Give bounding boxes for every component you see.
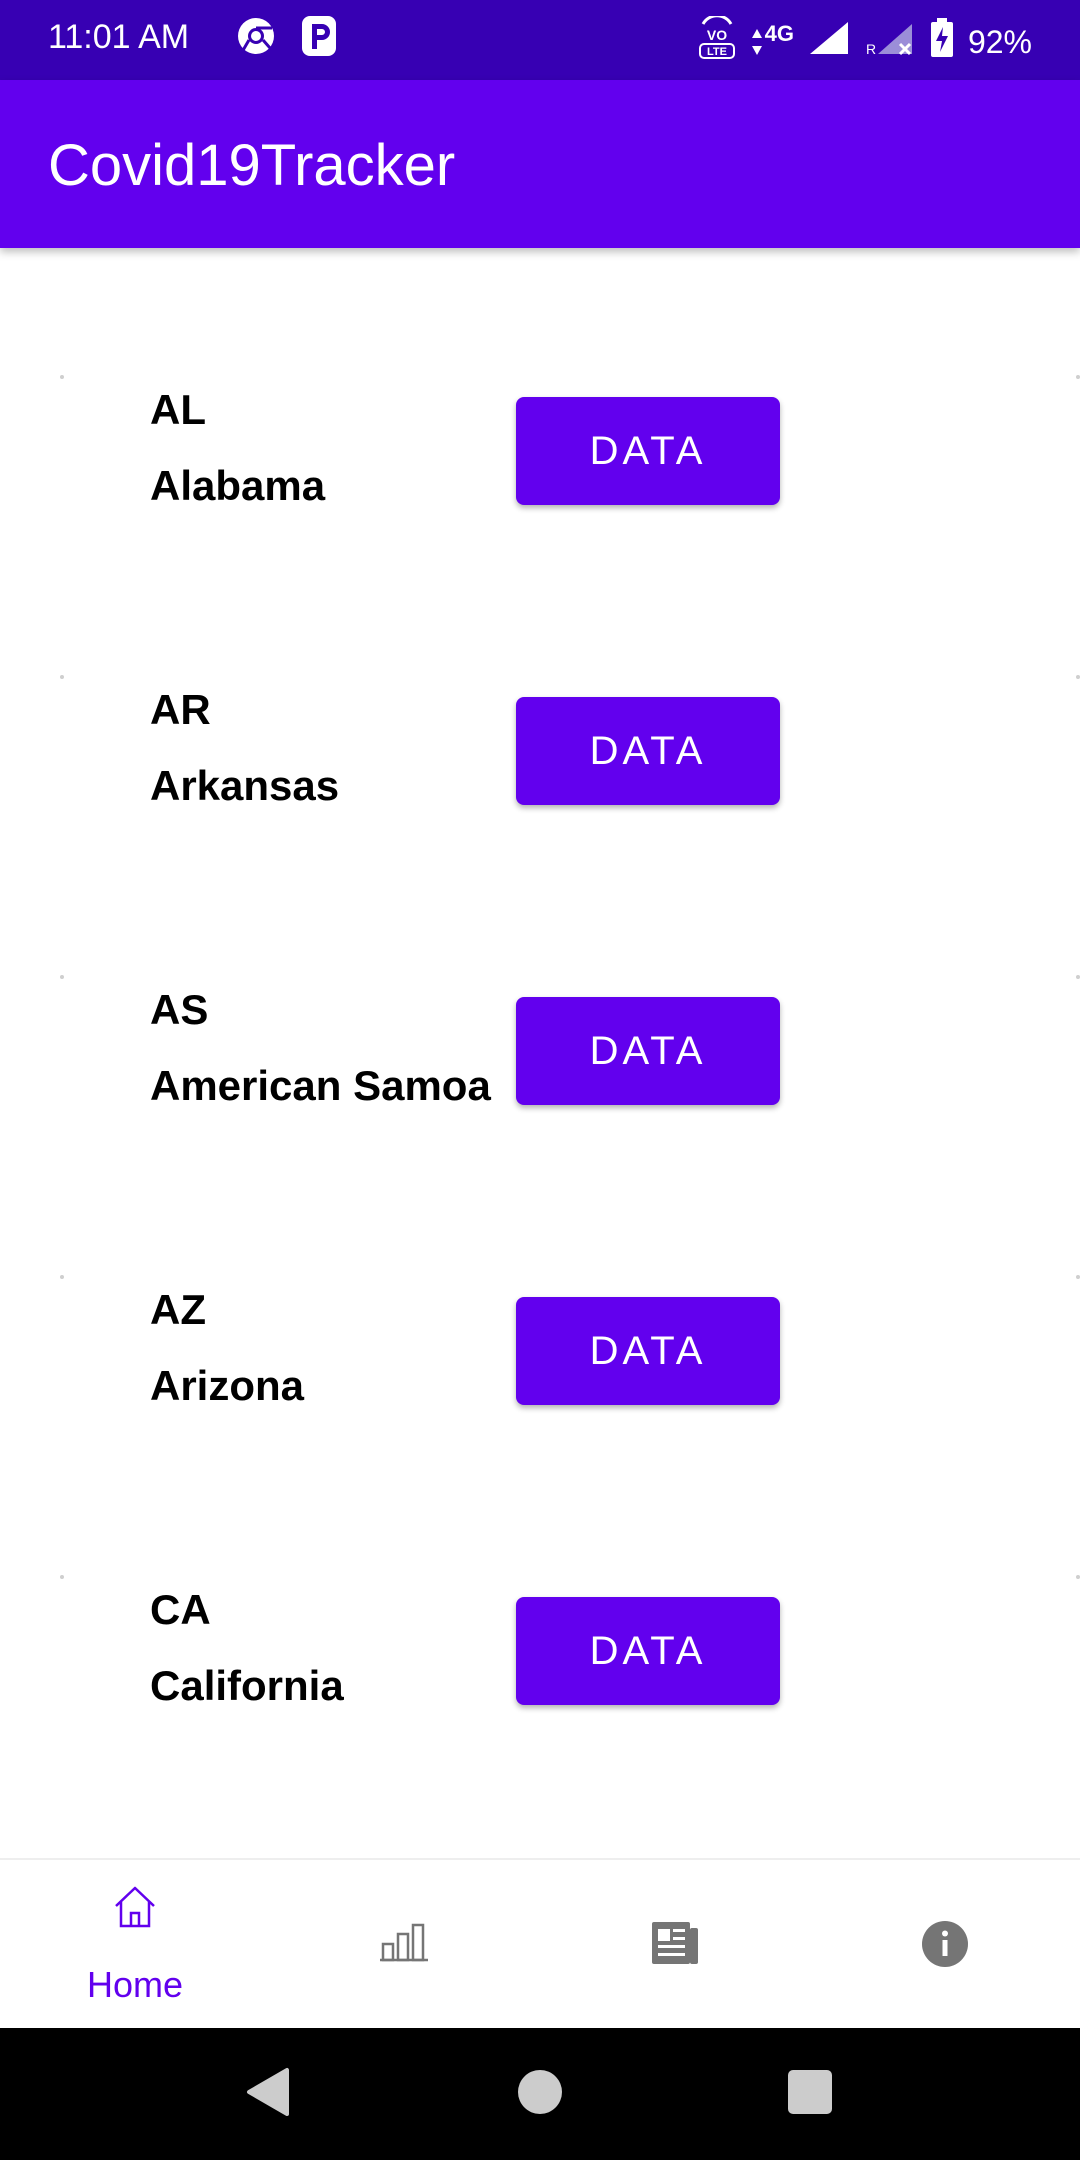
- state-code: AZ: [150, 1286, 206, 1333]
- svg-text:LTE: LTE: [707, 46, 727, 58]
- roaming-signal-icon: R: [866, 20, 916, 64]
- divider-dot: [60, 675, 64, 679]
- news-icon: [650, 1920, 700, 1971]
- nav-item-stats[interactable]: [270, 1860, 540, 2030]
- home-icon: [110, 1882, 160, 1937]
- page-title: Covid19Tracker: [48, 133, 456, 198]
- list-item: AR Arkansas DATA: [0, 548, 1080, 848]
- bottom-navigation: Home: [0, 1858, 1080, 2030]
- nav-item-news[interactable]: [540, 1860, 810, 2030]
- list-item: CA California DATA: [0, 1448, 1080, 1748]
- svg-text:R: R: [866, 41, 876, 56]
- state-code: AS: [150, 986, 209, 1033]
- state-code: AL: [150, 386, 206, 433]
- state-name: Arizona: [150, 1362, 305, 1409]
- back-button[interactable]: [168, 2028, 368, 2160]
- chrome-icon: [236, 16, 276, 61]
- state-name: California: [150, 1662, 344, 1709]
- list-item: AL Alabama DATA: [0, 248, 1080, 548]
- state-code: AR: [150, 686, 211, 733]
- state-name: Arkansas: [150, 762, 340, 809]
- list-item: AZ Arizona DATA: [0, 1148, 1080, 1448]
- list-item: AS American Samoa DATA: [0, 848, 1080, 1148]
- volte-icon: VO LTE: [697, 14, 737, 68]
- divider-dot: [1076, 375, 1080, 379]
- signal-icon: [808, 20, 852, 64]
- home-circle-icon: [517, 2069, 563, 2120]
- app-bar: Covid19Tracker: [0, 80, 1080, 248]
- divider-dot: [60, 1275, 64, 1279]
- svg-text:VO: VO: [706, 27, 726, 43]
- data-button[interactable]: DATA: [516, 1597, 780, 1705]
- p-app-icon: [302, 16, 336, 61]
- state-code: CA: [150, 1586, 211, 1633]
- nav-item-info[interactable]: [810, 1860, 1080, 2030]
- divider-dot: [60, 975, 64, 979]
- data-button[interactable]: DATA: [516, 697, 780, 805]
- home-system-button[interactable]: [440, 2028, 640, 2160]
- system-navigation-bar: [0, 2028, 1080, 2160]
- battery-icon: [930, 18, 954, 66]
- nav-label-home: Home: [86, 1964, 184, 2005]
- divider-dot: [1076, 975, 1080, 979]
- divider-dot: [1076, 675, 1080, 679]
- divider-dot: [60, 375, 64, 379]
- info-icon: [921, 1920, 969, 1973]
- network-type: 4G: [751, 21, 794, 57]
- recents-square-icon: [787, 2069, 833, 2120]
- status-bar: 11:01 AM VO LTE 4G R 92%: [0, 0, 1080, 80]
- divider-dot: [1076, 1275, 1080, 1279]
- nav-item-home[interactable]: Home: [0, 1860, 270, 2030]
- data-button[interactable]: DATA: [516, 997, 780, 1105]
- recents-button[interactable]: [710, 2028, 910, 2160]
- data-button[interactable]: DATA: [516, 1297, 780, 1405]
- battery-percent: 92%: [967, 23, 1032, 60]
- data-button[interactable]: DATA: [516, 397, 780, 505]
- bar-chart-icon: [380, 1922, 430, 1967]
- divider-dot: [1076, 1575, 1080, 1579]
- status-time: 11:01 AM: [48, 18, 190, 56]
- state-name: American Samoa: [150, 1062, 491, 1109]
- back-icon: [245, 2066, 291, 2123]
- state-name: Alabama: [150, 462, 326, 509]
- divider-dot: [60, 1575, 64, 1579]
